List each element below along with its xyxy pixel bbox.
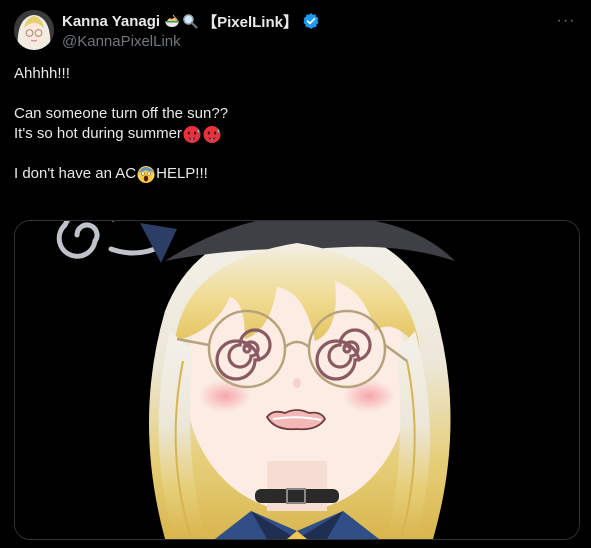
name-emoji-group <box>164 13 198 29</box>
media-image[interactable] <box>14 220 580 540</box>
text-line-1: Ahhhh!!! <box>14 65 70 82</box>
text-line-2: Can someone turn off the sun?? <box>14 105 229 122</box>
affiliation-tag: 【PixelLink】 <box>202 13 298 31</box>
text-line-4-after: HELP!!! <box>156 165 208 182</box>
text-line-4-before: I don't have an AC <box>14 165 137 182</box>
tweet-text: Ahhhh!!! Can someone turn off the sun?? … <box>14 64 574 184</box>
more-options-button[interactable]: ··· <box>553 10 579 32</box>
text-line-4-row: I don't have an AC HELP!!! <box>14 164 574 184</box>
tweet[interactable]: Kanna Yanagi 【PixelLink】 @KannaPixelLink… <box>0 0 591 548</box>
noodle-bowl-emoji <box>165 14 180 27</box>
hot-face-emoji <box>183 126 201 143</box>
magnifier-emoji <box>183 14 198 29</box>
verified-badge-icon <box>303 13 319 29</box>
handle[interactable]: @KannaPixelLink <box>62 33 320 50</box>
text-line-3-row: It's so hot during summer <box>14 124 574 144</box>
more-icon: ··· <box>556 12 576 29</box>
display-name[interactable]: Kanna Yanagi <box>62 13 160 30</box>
tweet-header: Kanna Yanagi 【PixelLink】 @KannaPixelLink… <box>14 10 579 52</box>
text-line-3: It's so hot during summer <box>14 125 182 142</box>
hot-face-emoji <box>203 126 221 143</box>
avatar[interactable] <box>14 10 54 50</box>
screaming-face-emoji <box>137 166 155 183</box>
author-info: Kanna Yanagi 【PixelLink】 @KannaPixelLink <box>62 11 320 50</box>
anime-girl-illustration <box>15 221 579 539</box>
